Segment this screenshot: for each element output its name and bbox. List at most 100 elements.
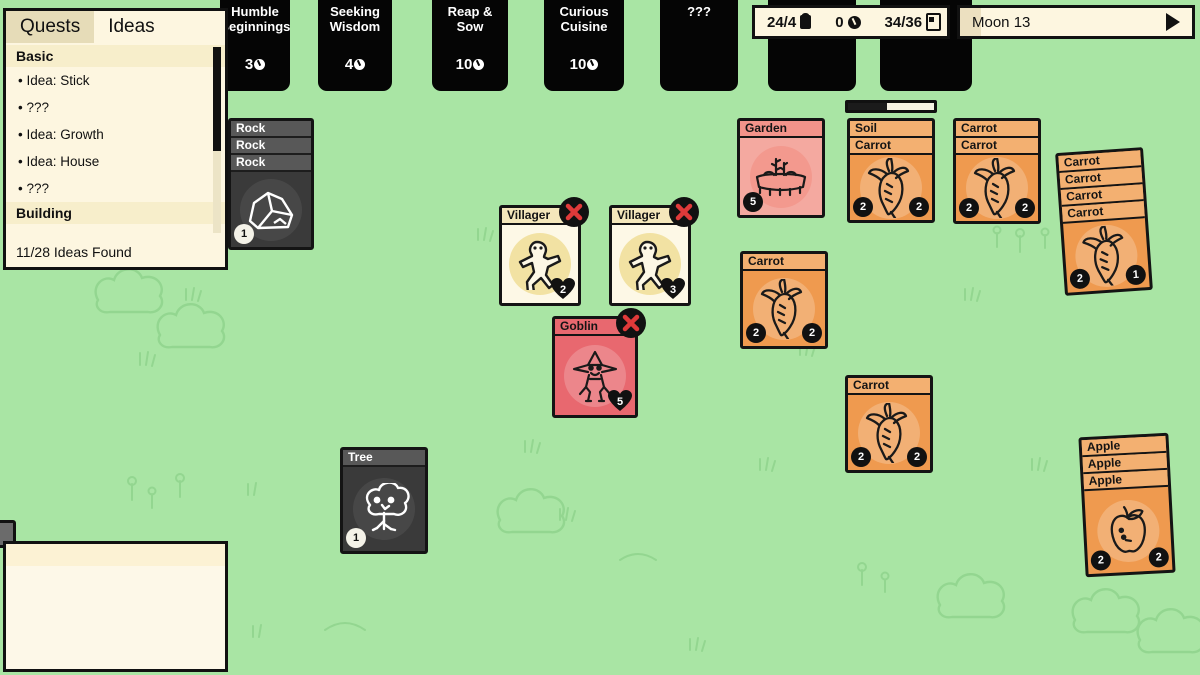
idea-item[interactable]: • Idea: House — [6, 148, 225, 175]
card-stack-label: Soil — [850, 121, 932, 138]
pack-card-2[interactable]: Seeking Wisdom 4 — [318, 0, 392, 91]
pack-card-1[interactable]: Humble Beginnings 3 — [220, 0, 290, 91]
idea-item[interactable]: • ??? — [6, 94, 225, 121]
coin-icon — [847, 15, 861, 29]
card-badge-right: 5 — [608, 390, 632, 412]
resource-hud: 24/4 0 34/36 — [752, 5, 950, 39]
tree-icon — [358, 483, 410, 535]
pack-name: Curious Cuisine — [559, 4, 609, 34]
coin-stat: 0 — [823, 14, 872, 31]
apple-icon — [1100, 502, 1157, 559]
log-panel-header — [6, 544, 225, 566]
soil-progress-fill — [886, 103, 934, 110]
card-remove-icon[interactable] — [616, 308, 646, 338]
coin-icon — [354, 59, 366, 70]
food-stat: 24/4 — [755, 13, 823, 31]
quests-ideas-panel: Quests Ideas Basic • Idea: Stick • ??? • Ide… — [3, 8, 228, 270]
pack-cost: 4 — [344, 56, 366, 73]
card-stack-label: Carrot — [956, 138, 1038, 155]
coin-icon — [473, 59, 485, 70]
ideas-scrollbar[interactable] — [213, 47, 221, 233]
badge-value: 2 — [559, 283, 567, 296]
card-stack-label: Rock — [231, 138, 311, 155]
food-value: 24/4 — [767, 13, 797, 31]
card-badge-left: 2 — [851, 447, 871, 467]
card-tree[interactable]: Tree 1 — [340, 447, 428, 554]
moon-bar[interactable]: Moon 13 — [957, 5, 1195, 39]
pack-card-5[interactable]: ??? — [660, 0, 738, 91]
card-stack-label: Rock — [231, 155, 311, 172]
garden-icon — [752, 153, 810, 201]
rock-icon — [244, 187, 298, 233]
panel-tabs: Quests Ideas — [6, 11, 225, 43]
card-badge-left: 2 — [853, 197, 873, 217]
card-goblin[interactable]: Goblin 5 — [552, 308, 646, 418]
pack-cost-value: 10 — [455, 56, 473, 73]
pack-cost: 10 — [456, 56, 485, 73]
card-stack-label: Carrot — [850, 138, 932, 155]
idea-category-heading: Building — [6, 202, 225, 224]
game-screen: Humble Beginnings 3 Seeking Wisdom 4 Reap & … — [0, 0, 1200, 675]
card-carrot-pair[interactable]: Carrot Carrot 2 2 — [953, 118, 1041, 224]
card-badge-right: 2 — [907, 447, 927, 467]
pack-name: Humble Beginnings — [219, 4, 291, 34]
scrollbar-thumb[interactable] — [213, 47, 221, 152]
card-stack-label: Carrot — [743, 254, 825, 271]
card-icon — [926, 13, 942, 31]
idea-item[interactable]: • Idea: Growth — [6, 121, 225, 148]
card-badge-right: 2 — [802, 323, 822, 343]
coin-value: 0 — [835, 13, 844, 31]
badge-value: 5 — [616, 395, 624, 408]
card-soil-carrot[interactable]: Soil Carrot 2 2 — [847, 118, 935, 223]
idea-item[interactable]: • ??? — [6, 175, 225, 202]
card-badge-right: 2 — [1015, 198, 1035, 218]
card-stack-label: Carrot — [956, 121, 1038, 138]
card-carrot-single-b[interactable]: Carrot 2 2 — [845, 375, 933, 473]
pack-cost-value: 3 — [244, 56, 254, 73]
card-stack-label: Rock — [231, 121, 311, 138]
card-count-value: 34/36 — [884, 13, 923, 31]
tab-ideas[interactable]: Ideas — [94, 11, 168, 43]
ideas-list[interactable]: Basic • Idea: Stick • ??? • Idea: Growth • I… — [6, 43, 225, 239]
card-remove-icon[interactable] — [669, 197, 699, 227]
card-carrot-single-a[interactable]: Carrot 2 2 — [740, 251, 828, 349]
card-villager-2[interactable]: Villager 3 — [609, 197, 699, 306]
idea-item[interactable]: • Idea: Stick — [6, 67, 225, 94]
card-stack-label: Tree — [343, 450, 425, 467]
card-remove-icon[interactable] — [559, 197, 589, 227]
pack-name: Seeking Wisdom — [329, 4, 381, 34]
event-log-panel — [3, 541, 228, 672]
card-badge-right: 2 — [551, 278, 575, 300]
pack-cost-value: 10 — [569, 56, 587, 73]
pack-card-3[interactable]: Reap & Sow 10 — [432, 0, 508, 91]
pack-cost: 10 — [570, 56, 599, 73]
idea-category-heading: Basic — [6, 45, 225, 67]
ideas-found-counter: 11/28 Ideas Found — [16, 244, 132, 260]
card-badge-left: 1 — [346, 528, 366, 548]
badge-value: 3 — [669, 283, 677, 296]
card-badge-left: 2 — [746, 323, 766, 343]
card-badge-left: 1 — [234, 224, 254, 244]
pack-card-4[interactable]: Curious Cuisine 10 — [544, 0, 624, 91]
card-count-stat: 34/36 — [873, 13, 954, 31]
card-badge-left: 5 — [743, 192, 763, 212]
soil-progress-bar — [845, 100, 937, 113]
card-apple-stack[interactable]: Apple Apple Apple 22 — [1078, 432, 1176, 578]
card-garden[interactable]: Garden 5 — [737, 118, 825, 218]
pack-name: Reap & Sow — [447, 4, 493, 34]
card-badge-right: 2 — [909, 197, 929, 217]
moon-label: Moon 13 — [972, 13, 1031, 31]
tab-quests[interactable]: Quests — [6, 11, 95, 43]
coin-icon — [254, 59, 266, 70]
food-icon — [800, 13, 812, 29]
coin-icon — [587, 59, 599, 70]
card-stack-label: Garden — [740, 121, 822, 138]
pack-cost: 3 — [244, 56, 266, 73]
card-stack-label: Carrot — [848, 378, 930, 395]
play-icon[interactable] — [1166, 13, 1180, 31]
card-rock-stack[interactable]: Rock Rock Rock 1 — [228, 118, 314, 250]
card-badge-left: 2 — [959, 198, 979, 218]
pack-cost-value: 4 — [344, 56, 354, 73]
card-villager-1[interactable]: Villager 2 — [499, 197, 589, 306]
card-carrot-quad[interactable]: Carrot Carrot Carrot Carrot 21 — [1055, 147, 1153, 296]
